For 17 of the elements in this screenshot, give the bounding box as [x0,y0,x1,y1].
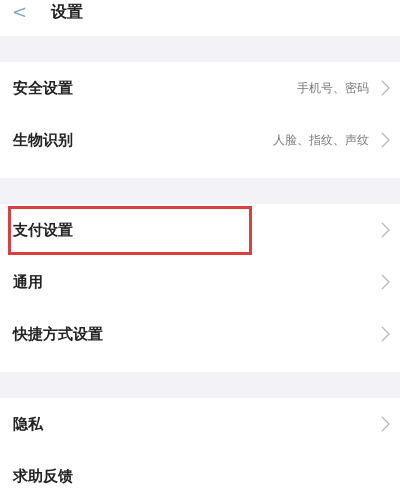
row-value: 人脸、指纹、声纹 [273,132,369,148]
page-title: 设置 [51,2,84,22]
row-value: 手机号、密码 [297,80,369,96]
row-label: 通用 [12,272,44,292]
settings-row[interactable]: 生物识别 人脸、指纹、声纹 [0,114,400,166]
settings-row[interactable]: 隐私 [0,398,400,450]
settings-row[interactable]: 支付设置 [0,204,400,256]
row-label: 生物识别 [12,130,74,150]
settings-row[interactable]: 安全设置 手机号、密码 [0,62,400,114]
row-label: 隐私 [12,414,44,434]
row-label: 快捷方式设置 [11,324,104,344]
row-label: 支付设置 [8,206,252,254]
settings-row[interactable]: 快捷方式设置 [0,308,400,360]
row-label: 安全设置 [12,78,74,98]
row-label: 求助反馈 [12,466,74,486]
settings-row[interactable]: 通用 [0,256,400,308]
settings-row[interactable]: 求助反馈 [0,450,400,488]
